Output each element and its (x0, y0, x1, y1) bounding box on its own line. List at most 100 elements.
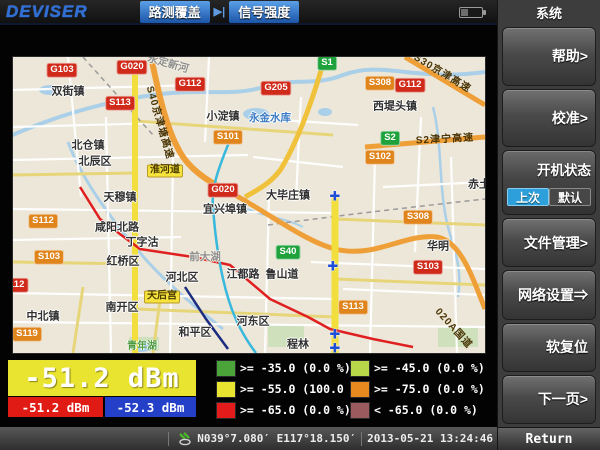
legend-swatch (216, 360, 236, 377)
route-marker-icon: ✚ (330, 328, 341, 343)
statusbar-divider (361, 432, 362, 446)
road-badge: S112 (28, 214, 58, 229)
boot-state-panel: 开机状态 上次 默认 (502, 150, 596, 215)
map-label: 鲁山道 (266, 270, 299, 281)
boot-default-toggle[interactable]: 默认 (549, 188, 591, 206)
route-marker-icon: ✚ (330, 342, 341, 354)
content-area: G103双街镇G020永定新河S40京津塘高速S113G112小淀镇S101北仓… (0, 25, 497, 427)
road-badge: S103 (413, 260, 443, 275)
road-badge: S119 (13, 327, 42, 342)
legend-text: >= -65.0 (0.0 %) (240, 403, 351, 417)
road-badge: S40 (276, 245, 301, 260)
legend-column-left: >= -35.0 (0.0 %) >= -55.0 (100.0 >= -65.0 … (216, 359, 350, 419)
map-label: 双街镇 (52, 87, 85, 98)
map-label: 天穆镇 (104, 193, 137, 204)
softkey-stack: 帮助> 校准> 开机状态 上次 默认 文件管理> 网络设置⇒ 软复位 下一页> (498, 25, 600, 427)
map-label: 西堤头镇 (373, 102, 417, 113)
map-label: 宜兴埠镇 (203, 205, 247, 216)
legend-swatch (350, 381, 370, 398)
road-badge: S113 (105, 96, 135, 111)
road-badge: G020 (116, 60, 147, 75)
road-badge: S2 (380, 131, 400, 146)
legend-item: >= -35.0 (0.0 %) (216, 359, 350, 377)
map-label: 永金水库 (249, 113, 291, 124)
road-badge: G103 (46, 63, 77, 78)
map-label: 红桥区 (107, 257, 140, 268)
road-badge: G112 (175, 77, 206, 92)
map-label: 前大湖 (189, 252, 221, 263)
tab-separator-icon: ▶| (214, 5, 226, 18)
return-button[interactable]: Return (498, 427, 600, 450)
map-label: 天后宫 (144, 291, 180, 304)
channel-blue-reading: -52.3 dBm (105, 397, 196, 417)
map-label: 赤土 (468, 180, 485, 191)
road-badge: S1 (317, 57, 337, 70)
map-label: 丁字沽 (126, 238, 159, 249)
map-label: 咸阳北路 (95, 223, 139, 234)
road-badge: G020 (207, 183, 238, 198)
gps-coordinates: N039°7.080′ E117°18.150′ (197, 432, 356, 445)
map-label: 小淀镇 (207, 112, 240, 123)
tab-signal-strength[interactable]: 信号强度 (229, 1, 299, 23)
boot-state-label: 开机状态 (507, 159, 591, 179)
road-badge: G112 (395, 78, 426, 93)
route-marker-icon: ✚ (330, 190, 341, 205)
boot-state-toggles: 上次 默认 (507, 188, 591, 206)
status-bar: N039°7.080′ E117°18.150′ 2013-05-21 13:2… (0, 427, 497, 450)
next-page-button[interactable]: 下一页> (502, 375, 596, 424)
road-badge: S101 (213, 130, 243, 145)
map-label: 程林 (287, 340, 309, 351)
map-label: 华明 (427, 242, 449, 253)
calibrate-button[interactable]: 校准> (502, 89, 596, 148)
map-label: 大毕庄镇 (266, 191, 310, 202)
legend-text: >= -45.0 (0.0 %) (374, 361, 485, 375)
legend-text: >= -35.0 (0.0 %) (240, 361, 351, 375)
device-screen: DEVISER 路测覆盖 ▶| 信号强度 (0, 0, 600, 450)
system-menu-title: 系统 (498, 0, 600, 25)
map-label: 淮河道 (147, 165, 183, 178)
legend-swatch (350, 402, 370, 419)
map-label: 河北区 (166, 273, 199, 284)
legend-item: >= -65.0 (0.0 %) (216, 401, 350, 419)
road-badge: S308 (365, 76, 395, 91)
map-label: 北仓镇 (72, 141, 105, 152)
channel-red-reading: -51.2 dBm (8, 397, 103, 417)
battery-icon (459, 7, 483, 18)
legend-text: < -65.0 (0.0 %) (374, 403, 478, 417)
tab-drive-test-coverage[interactable]: 路测覆盖 (140, 1, 210, 23)
softkey-sidebar: 系统 帮助> 校准> 开机状态 上次 默认 文件管理> 网络设置⇒ 软复位 下一… (497, 0, 600, 450)
boot-last-toggle[interactable]: 上次 (507, 188, 549, 206)
road-badge: G205 (260, 81, 291, 96)
file-management-button[interactable]: 文件管理> (502, 218, 596, 267)
legend-swatch (350, 360, 370, 377)
map-label: 青年湖 (127, 342, 157, 352)
network-settings-button[interactable]: 网络设置⇒ (502, 270, 596, 319)
tab-bar: 路测覆盖 ▶| 信号强度 (140, 1, 300, 23)
map-label: 江都路 (227, 270, 260, 281)
help-button[interactable]: 帮助> (502, 27, 596, 86)
gps-icon (176, 432, 194, 446)
legend-column-right: >= -45.0 (0.0 %) >= -75.0 (0.0 %) < -65.0 … (350, 359, 495, 419)
map-label: 北辰区 (79, 157, 112, 168)
statusbar-divider (168, 432, 169, 446)
road-badge: S103 (34, 250, 64, 265)
legend-text: >= -55.0 (100.0 (240, 382, 344, 396)
road-badge: S308 (403, 210, 433, 225)
road-badge: S113 (338, 300, 368, 315)
road-badge: S102 (365, 150, 395, 165)
datetime: 2013-05-21 13:24:46 (367, 432, 493, 445)
legend-item: < -65.0 (0.0 %) (350, 401, 495, 419)
legend: >= -35.0 (0.0 %) >= -55.0 (100.0 >= -65.0 … (216, 359, 495, 419)
map-label: 南开区 (106, 303, 139, 314)
legend-swatch (216, 402, 236, 419)
soft-reset-button[interactable]: 软复位 (502, 323, 596, 372)
road-badge: G112 (13, 278, 28, 293)
map-view: G103双街镇G020永定新河S40京津塘高速S113G112小淀镇S101北仓… (13, 57, 485, 353)
map-label: 中北镇 (27, 312, 60, 323)
main-power-reading: -51.2 dBm (8, 360, 196, 396)
map-label: 河东区 (237, 317, 270, 328)
legend-text: >= -75.0 (0.0 %) (374, 382, 485, 396)
legend-item: >= -75.0 (0.0 %) (350, 380, 495, 398)
legend-swatch (216, 381, 236, 398)
legend-item: >= -55.0 (100.0 (216, 380, 350, 398)
